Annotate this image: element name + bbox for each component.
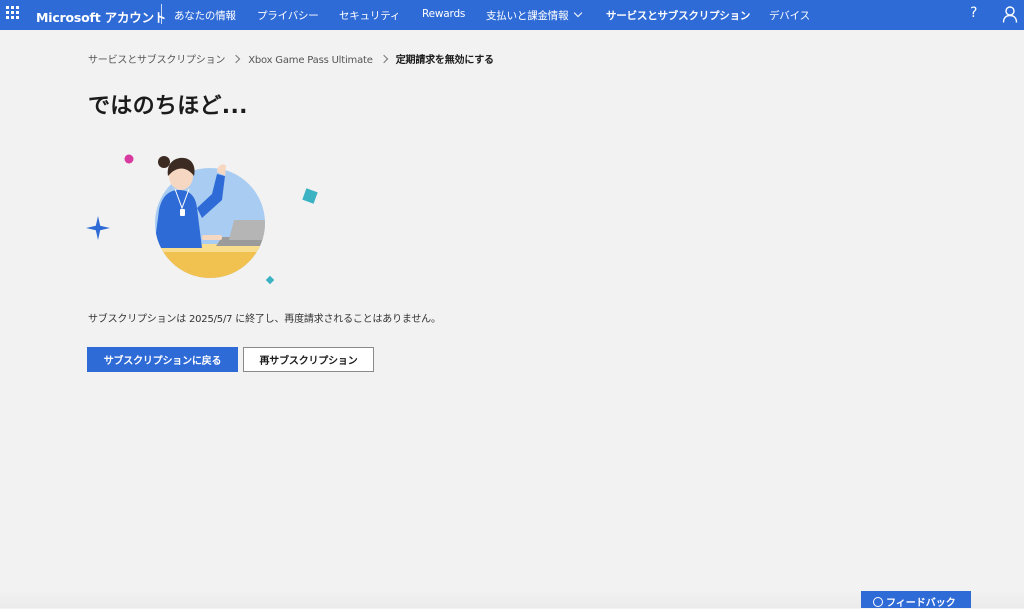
waving-person-illustration bbox=[86, 154, 318, 285]
top-navigation-bar: Microsoft アカウント あなたの情報 プライバシー セキュリティ Rew… bbox=[0, 0, 1024, 30]
account-icon[interactable] bbox=[1002, 6, 1018, 23]
help-icon[interactable]: ? bbox=[970, 5, 977, 21]
nav-devices[interactable]: デバイス bbox=[769, 8, 810, 23]
feedback-button[interactable]: フィードバック bbox=[861, 591, 971, 609]
nav-security[interactable]: セキュリティ bbox=[339, 8, 400, 23]
resubscribe-button[interactable]: 再サブスクリプション bbox=[243, 347, 374, 372]
breadcrumb-services-subscriptions[interactable]: サービスとサブスクリプション bbox=[88, 55, 225, 66]
nav-services-subscriptions[interactable]: サービスとサブスクリプション bbox=[606, 8, 750, 23]
breadcrumb: サービスとサブスクリプション Xbox Game Pass Ultimate 定期請… bbox=[88, 51, 494, 66]
nav-payment-billing[interactable]: 支払いと課金情報 bbox=[486, 8, 583, 23]
nav-payment-billing-label: 支払いと課金情報 bbox=[486, 10, 569, 22]
return-to-subscriptions-button[interactable]: サブスクリプションに戻る bbox=[87, 347, 238, 372]
chevron-right-icon bbox=[231, 54, 241, 64]
brand-title[interactable]: Microsoft アカウント bbox=[36, 7, 166, 26]
page-title: ではのちほど... bbox=[88, 94, 248, 119]
nav-divider bbox=[161, 4, 162, 24]
nav-your-info[interactable]: あなたの情報 bbox=[174, 8, 236, 23]
breadcrumb-xbox-game-pass[interactable]: Xbox Game Pass Ultimate bbox=[248, 55, 373, 66]
chevron-right-icon bbox=[379, 54, 388, 64]
feedback-label: フィードバック bbox=[886, 598, 956, 609]
nav-rewards[interactable]: Rewards bbox=[422, 8, 465, 20]
breadcrumb-current: 定期請求を無効にする bbox=[395, 55, 494, 66]
feedback-icon bbox=[873, 597, 883, 607]
cancellation-message: サブスクリプションは 2025/5/7 に終了し、再度請求されることはありません… bbox=[88, 314, 441, 325]
app-launcher-icon[interactable] bbox=[6, 6, 20, 20]
chevron-down-icon bbox=[574, 8, 583, 18]
nav-privacy[interactable]: プライバシー bbox=[257, 8, 319, 23]
